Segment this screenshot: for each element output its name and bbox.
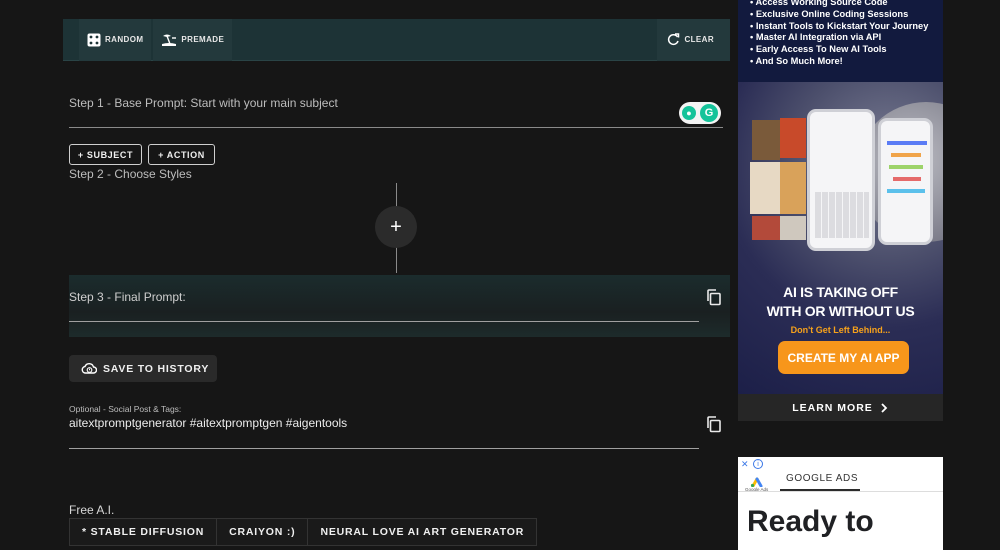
art-tile <box>750 162 780 214</box>
tab-stable-diffusion[interactable]: * STABLE DIFFUSION <box>69 518 218 546</box>
add-action-button[interactable]: + ACTION <box>148 144 215 165</box>
chevron-right-icon <box>881 402 888 413</box>
step1-label: Step 1 - Base Prompt: Start with your ma… <box>69 96 338 110</box>
final-prompt-input[interactable] <box>69 321 699 322</box>
free-ai-tabs: * STABLE DIFFUSION CRAIYON :) NEURAL LOV… <box>69 518 538 546</box>
social-underline <box>69 448 699 449</box>
prompt-toolbar: RANDOM PREMADE CLEAR <box>63 18 730 61</box>
ad-close-icon[interactable]: ✕ <box>741 459 749 470</box>
ad-bullet: Instant Tools to Kickstart Your Journey <box>750 21 929 33</box>
save-to-history-button[interactable]: SAVE TO HISTORY <box>69 355 217 382</box>
base-prompt-input[interactable] <box>69 127 723 128</box>
grammarly-icon[interactable]: G <box>700 104 718 122</box>
art-tile <box>780 118 806 158</box>
grammarly-widget[interactable]: ● G <box>679 102 721 124</box>
ad-divider <box>738 491 943 492</box>
app-ad[interactable]: Access Working Source Code Exclusive Onl… <box>738 0 943 421</box>
copy-final-prompt-icon[interactable] <box>705 288 723 306</box>
premade-button[interactable]: PREMADE <box>153 18 233 61</box>
art-tile <box>780 162 806 214</box>
dice-icon <box>87 33 101 46</box>
random-label: RANDOM <box>105 35 144 44</box>
ad-bullet: Exclusive Online Coding Sessions <box>750 9 928 21</box>
step3-label: Step 3 - Final Prompt: <box>69 290 186 304</box>
step2-label: Step 2 - Choose Styles <box>69 167 192 181</box>
social-label: Optional - Social Post & Tags: <box>69 404 182 414</box>
lightbulb-icon[interactable]: ● <box>682 106 696 120</box>
phone-mockup-chat <box>807 109 875 251</box>
ad-headline: Ready to <box>747 505 874 538</box>
learn-more-label: LEARN MORE <box>792 401 873 414</box>
plus-icon: + <box>390 215 402 238</box>
refresh-icon <box>668 33 680 46</box>
ad-subline: Don't Get Left Behind... <box>790 325 891 335</box>
ad-bullet: And So Much More! <box>750 56 928 68</box>
cloud-history-icon <box>81 363 97 374</box>
beach-icon <box>162 34 177 46</box>
ad-bullet: Early Access To New AI Tools <box>750 44 928 56</box>
tab-neural-love[interactable]: NEURAL LOVE AI ART GENERATOR <box>307 518 538 546</box>
art-tile <box>752 120 780 160</box>
google-ad[interactable]: ✕ i Google Ads GOOGLE ADS Ready to <box>738 457 943 550</box>
add-subject-button[interactable]: + SUBJECT <box>69 144 142 165</box>
keyboard-graphic <box>815 192 869 238</box>
page: RANDOM PREMADE CLEAR Step 1 - Base Promp… <box>0 0 1000 550</box>
art-tile <box>780 216 806 240</box>
learn-more-button[interactable]: LEARN MORE <box>738 394 943 421</box>
ad-bullet: Master AI Integration via API <box>750 32 928 44</box>
google-ads-tab[interactable]: GOOGLE ADS <box>786 473 858 484</box>
create-ai-app-button[interactable]: CREATE MY AI APP <box>778 341 909 374</box>
ad-bullets-panel: Access Working Source Code Exclusive Onl… <box>738 0 943 82</box>
ad-bullet-list: Access Working Source Code Exclusive Onl… <box>750 0 929 68</box>
final-prompt-area <box>69 275 730 337</box>
social-tags-input[interactable]: aitextpromptgenerator #aitextpromptgen #… <box>69 416 347 430</box>
clear-button[interactable]: CLEAR <box>657 18 730 61</box>
premade-label: PREMADE <box>181 35 225 44</box>
random-button[interactable]: RANDOM <box>79 18 152 61</box>
free-ai-label: Free A.I. <box>69 503 115 517</box>
google-ads-logo-icon <box>750 477 763 487</box>
ad-headline-1: AI IS TAKING OFF <box>783 284 898 300</box>
phone-mockup-calendar <box>878 118 933 245</box>
add-style-button[interactable]: + <box>375 206 417 248</box>
ad-bullet: Access Working Source Code <box>750 0 928 9</box>
ad-info-icon[interactable]: i <box>753 459 763 469</box>
clear-label: CLEAR <box>684 35 714 44</box>
tab-craiyon[interactable]: CRAIYON :) <box>216 518 309 546</box>
copy-social-icon[interactable] <box>705 415 723 433</box>
save-to-history-label: SAVE TO HISTORY <box>103 362 210 375</box>
ad-hero-image: AI IS TAKING OFF WITH OR WITHOUT US Don'… <box>738 82 943 394</box>
art-tile <box>752 216 780 240</box>
ad-headline-2: WITH OR WITHOUT US <box>766 303 915 319</box>
